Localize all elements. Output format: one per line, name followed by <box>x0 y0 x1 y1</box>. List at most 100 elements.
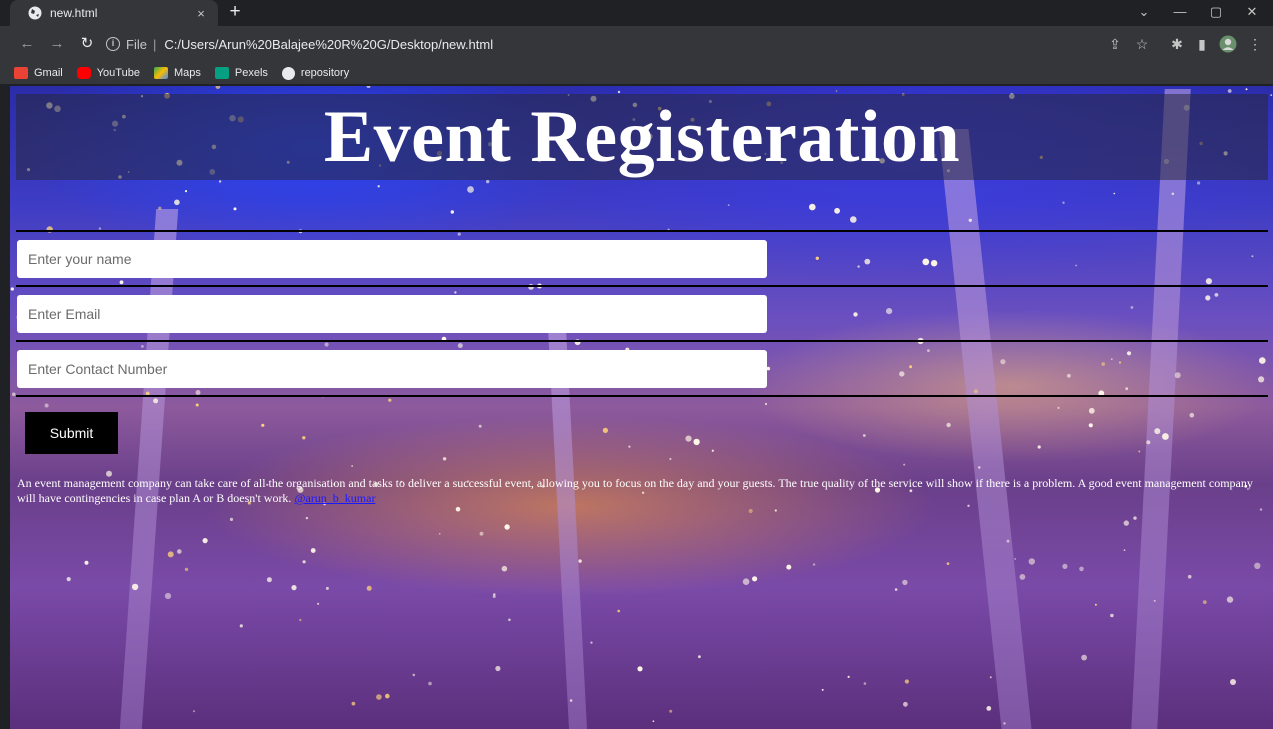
submit-button[interactable]: Submit <box>25 412 118 454</box>
bookmark-label: Gmail <box>34 67 63 79</box>
tab-search-icon[interactable]: ⌄ <box>1126 0 1162 26</box>
extensions-icon[interactable]: ✱ <box>1166 33 1188 55</box>
sparkle-light <box>388 398 392 402</box>
bookmark-label: YouTube <box>96 67 140 79</box>
sparkle-light <box>438 532 441 535</box>
bookmark-maps[interactable]: Maps <box>153 67 201 79</box>
sparkle-light <box>504 524 510 530</box>
sparkle-light <box>299 618 302 622</box>
sparkle-light <box>1057 406 1060 409</box>
sparkle-light <box>467 186 474 193</box>
sparkle-light <box>899 371 905 377</box>
maps-icon <box>153 67 168 79</box>
sparkle-light <box>508 618 511 622</box>
profile-avatar-icon[interactable] <box>1217 33 1239 55</box>
sparkle-light <box>266 577 272 583</box>
background-lights <box>10 86 1273 725</box>
pexels-icon <box>214 67 229 79</box>
sparkle-light <box>1227 89 1232 93</box>
sparkle-light <box>457 343 463 349</box>
sparkle-light <box>10 287 14 291</box>
bookmark-pexels[interactable]: Pexels <box>214 67 268 79</box>
bookmark-star-icon[interactable]: ☆ <box>1131 33 1153 55</box>
sparkle-light <box>412 673 416 677</box>
sparkle-light <box>1062 563 1068 569</box>
sparkle-light <box>904 679 910 684</box>
sparkle-light <box>652 720 655 722</box>
sparkle-light <box>693 438 700 446</box>
sparkle-light <box>366 86 371 88</box>
sparkle-light <box>1125 387 1129 391</box>
sparkle-light <box>1079 566 1084 572</box>
background-pillar <box>938 129 1032 729</box>
title-banner: Event Registeration <box>16 94 1268 180</box>
sparkle-light <box>218 180 222 183</box>
url-separator: | <box>152 36 157 52</box>
email-input[interactable] <box>17 295 767 333</box>
restore-icon[interactable]: ▢ <box>1198 0 1234 26</box>
sparkle-light <box>578 559 582 563</box>
sparkle-light <box>1202 600 1207 604</box>
close-window-icon[interactable]: ✕ <box>1234 0 1270 26</box>
sparkle-light <box>752 576 758 582</box>
sparkle-light <box>1110 358 1113 360</box>
sparkle-light <box>946 422 951 428</box>
sparkle-light <box>233 207 237 211</box>
sparkle-light <box>637 666 643 672</box>
sparkle-light <box>44 403 49 408</box>
bookmark-youtube[interactable]: YouTube <box>76 67 140 79</box>
sparkle-light <box>479 531 484 536</box>
sparkle-light <box>809 203 816 211</box>
sparkle-light <box>366 585 372 591</box>
sparkle-light <box>602 427 609 433</box>
forward-arrow-icon[interactable]: → <box>44 31 70 57</box>
sparkle-light <box>1259 357 1266 364</box>
sparkle-light <box>1000 359 1006 365</box>
share-icon[interactable]: ⇪ <box>1104 33 1126 55</box>
divider-line <box>16 340 1268 342</box>
sparkle-light <box>164 592 172 600</box>
sparkle-light <box>894 588 898 591</box>
bookmark-repository[interactable]: repository <box>281 66 350 80</box>
sparkle-light <box>310 548 316 553</box>
sparkle-light <box>1270 94 1273 96</box>
sparkle-light <box>1119 361 1121 364</box>
tab-close-icon[interactable]: × <box>192 6 210 21</box>
sparkle-light <box>377 185 380 188</box>
sparkle-light <box>863 682 867 685</box>
minimize-icon[interactable]: — <box>1162 0 1198 26</box>
sparkle-light <box>1088 407 1095 414</box>
sparkle-light <box>1187 574 1192 579</box>
sparkle-light <box>492 595 496 598</box>
sparkle-light <box>742 578 750 585</box>
sparkle-light <box>1259 508 1263 511</box>
sparkle-light <box>834 207 840 214</box>
gmail-icon <box>14 67 28 79</box>
sparkle-light <box>1081 654 1087 661</box>
back-arrow-icon[interactable]: ← <box>14 31 40 57</box>
sparkle-light <box>857 265 860 268</box>
sparkle-light <box>1254 562 1261 569</box>
description-paragraph: An event management company can take car… <box>17 476 1257 506</box>
bookmark-label: Pexels <box>234 67 268 79</box>
bookmark-gmail[interactable]: Gmail <box>14 67 63 79</box>
sparkle-light <box>84 560 89 565</box>
side-panel-icon[interactable]: ▮ <box>1191 33 1213 55</box>
youtube-icon <box>76 67 91 79</box>
bookmark-label: repository <box>300 67 350 79</box>
address-bar[interactable]: i File | C:/Users/Arun%20Balajee%20R%20G… <box>96 30 1156 58</box>
tab-new-html[interactable]: new.html × <box>10 0 218 26</box>
sparkle-light <box>902 579 908 586</box>
new-tab-button[interactable]: + <box>224 2 246 24</box>
author-link[interactable]: @arun_b_kumar <box>294 491 375 505</box>
sparkle-light <box>1110 613 1114 618</box>
sparkle-light <box>1028 558 1035 565</box>
sparkle-light <box>853 312 858 317</box>
menu-kebab-icon[interactable]: ⋮ <box>1244 33 1266 55</box>
info-icon[interactable]: i <box>106 37 120 51</box>
name-input[interactable] <box>17 240 767 278</box>
sparkle-light <box>457 232 461 236</box>
contact-number-input[interactable] <box>17 350 767 388</box>
sparkle-light <box>766 366 771 371</box>
sparkle-light <box>450 210 454 214</box>
